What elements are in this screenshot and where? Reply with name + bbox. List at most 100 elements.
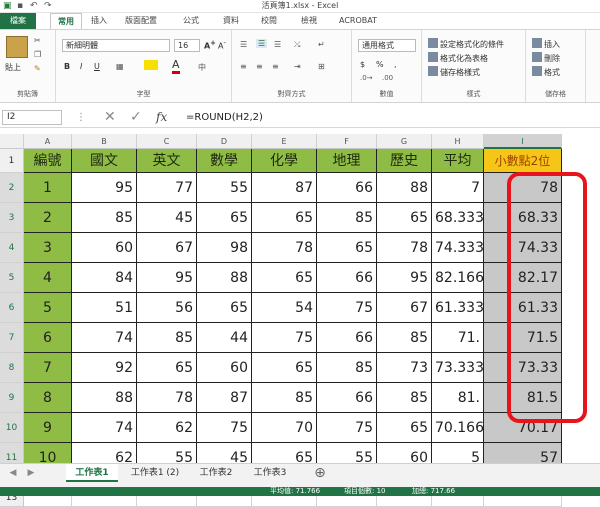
column-header-h[interactable]: H xyxy=(432,134,484,149)
data-cell[interactable]: 65 xyxy=(197,293,252,323)
bold-button[interactable]: B xyxy=(64,62,70,71)
select-all-corner[interactable] xyxy=(0,134,24,149)
row-header[interactable]: 8 xyxy=(0,353,24,383)
data-cell[interactable]: 75 xyxy=(317,293,377,323)
data-cell[interactable]: 65 xyxy=(377,413,432,443)
font-size-combo[interactable]: 16 xyxy=(174,39,200,52)
header-cell[interactable]: 地理 xyxy=(317,149,377,173)
wrap-text-icon[interactable]: ↵ xyxy=(318,40,325,49)
data-cell[interactable]: 67 xyxy=(137,233,197,263)
data-cell[interactable]: 75 xyxy=(252,323,317,353)
header-cell[interactable]: 英文 xyxy=(137,149,197,173)
tab-insert[interactable]: 插入 xyxy=(86,13,112,29)
data-cell[interactable]: 75 xyxy=(317,413,377,443)
data-cell[interactable]: 7 xyxy=(432,173,484,203)
indent-icon[interactable]: ⇥ xyxy=(294,62,301,71)
next-sheet-icon[interactable]: ▶ xyxy=(24,464,38,482)
currency-icon[interactable]: $ xyxy=(360,60,365,69)
data-cell[interactable]: 73.3333 xyxy=(432,353,484,383)
data-cell[interactable]: 66 xyxy=(317,323,377,353)
underline-button[interactable]: U xyxy=(94,62,100,71)
column-header-c[interactable]: C xyxy=(137,134,197,149)
data-cell[interactable]: 85 xyxy=(317,203,377,233)
sheet-tab-2[interactable]: 工作表2 xyxy=(190,464,242,482)
align-middle-icon[interactable]: ☰ xyxy=(256,39,268,48)
data-cell[interactable]: 77 xyxy=(137,173,197,203)
grow-font-icon[interactable]: A+ xyxy=(204,39,216,51)
align-right-icon[interactable]: ≡ xyxy=(272,62,279,71)
format-as-table-button[interactable]: 格式化為表格 xyxy=(428,52,488,64)
data-cell[interactable]: 56 xyxy=(137,293,197,323)
data-cell[interactable]: 95 xyxy=(72,173,137,203)
data-cell[interactable]: 70.1666 xyxy=(432,413,484,443)
data-cell[interactable]: 66 xyxy=(317,263,377,293)
percent-icon[interactable]: % xyxy=(376,60,384,69)
data-cell[interactable]: 95 xyxy=(137,263,197,293)
data-cell[interactable]: 78 xyxy=(377,233,432,263)
align-center-icon[interactable]: ≡ xyxy=(256,62,263,71)
data-cell[interactable]: 82.1666 xyxy=(432,263,484,293)
data-cell[interactable]: 55 xyxy=(197,173,252,203)
data-cell[interactable]: 85 xyxy=(72,203,137,233)
data-cell[interactable]: 60 xyxy=(197,353,252,383)
data-cell[interactable]: 62 xyxy=(137,413,197,443)
italic-button[interactable]: I xyxy=(80,62,82,71)
data-cell[interactable]: 85 xyxy=(137,323,197,353)
data-cell[interactable]: 85 xyxy=(317,353,377,383)
number-format-combo[interactable]: 通用格式 xyxy=(358,39,416,52)
data-cell[interactable]: 68.3333 xyxy=(432,203,484,233)
data-cell[interactable]: 75 xyxy=(197,413,252,443)
font-name-combo[interactable]: 新細明體 xyxy=(62,39,170,52)
insert-cells-button[interactable]: 插入 xyxy=(532,38,560,50)
shrink-font-icon[interactable]: A- xyxy=(218,39,226,51)
data-cell[interactable]: 88 xyxy=(197,263,252,293)
sheet-tab-1-copy[interactable]: 工作表1 (2) xyxy=(124,464,186,482)
data-cell[interactable]: 5 xyxy=(24,293,72,323)
row-header[interactable]: 5 xyxy=(0,263,24,293)
row-header[interactable]: 10 xyxy=(0,413,24,443)
data-cell[interactable]: 54 xyxy=(252,293,317,323)
column-header-d[interactable]: D xyxy=(197,134,252,149)
tab-formulas[interactable]: 公式 xyxy=(178,13,204,29)
data-cell[interactable]: 66 xyxy=(317,173,377,203)
conditional-formatting-button[interactable]: 設定格式化的條件 xyxy=(428,38,504,50)
delete-cells-button[interactable]: 刪除 xyxy=(532,52,560,64)
data-cell[interactable]: 66 xyxy=(317,383,377,413)
data-cell[interactable]: 74 xyxy=(72,323,137,353)
orientation-icon[interactable]: ⤯ xyxy=(294,40,300,50)
data-cell[interactable]: 65 xyxy=(252,203,317,233)
tab-view[interactable]: 檢視 xyxy=(296,13,322,29)
cut-icon[interactable]: ✂ xyxy=(34,36,41,45)
data-cell[interactable]: 87 xyxy=(252,173,317,203)
data-cell[interactable]: 87 xyxy=(197,383,252,413)
data-cell[interactable]: 1 xyxy=(24,173,72,203)
row-header[interactable]: 7 xyxy=(0,323,24,353)
data-cell[interactable]: 70 xyxy=(252,413,317,443)
insert-function-icon[interactable]: fx xyxy=(156,109,167,126)
row-header[interactable]: 9 xyxy=(0,383,24,413)
header-cell[interactable]: 化學 xyxy=(252,149,317,173)
data-cell[interactable]: 65 xyxy=(377,203,432,233)
tab-page-layout[interactable]: 版面配置 xyxy=(118,13,164,29)
phonetic-icon[interactable]: 中 xyxy=(198,62,206,73)
tab-data[interactable]: 資料 xyxy=(218,13,244,29)
add-sheet-icon[interactable]: ⊕ xyxy=(312,464,328,482)
data-cell[interactable]: 9 xyxy=(24,413,72,443)
row-header[interactable]: 6 xyxy=(0,293,24,323)
data-cell[interactable]: 65 xyxy=(137,353,197,383)
data-cell[interactable]: 98 xyxy=(197,233,252,263)
data-cell[interactable]: 7 xyxy=(24,353,72,383)
data-cell[interactable]: 3 xyxy=(24,233,72,263)
data-cell[interactable]: 84 xyxy=(72,263,137,293)
cancel-icon[interactable]: ✕ xyxy=(104,109,116,126)
data-cell[interactable]: 81. xyxy=(432,383,484,413)
sheet-tab-1[interactable]: 工作表1 xyxy=(66,464,118,482)
data-cell[interactable]: 6 xyxy=(24,323,72,353)
data-cell[interactable]: 92 xyxy=(72,353,137,383)
data-cell[interactable]: 88 xyxy=(72,383,137,413)
data-cell[interactable]: 74 xyxy=(72,413,137,443)
column-header-f[interactable]: F xyxy=(317,134,377,149)
data-cell[interactable]: 60 xyxy=(72,233,137,263)
data-cell[interactable]: 67 xyxy=(377,293,432,323)
header-cell[interactable]: 國文 xyxy=(72,149,137,173)
